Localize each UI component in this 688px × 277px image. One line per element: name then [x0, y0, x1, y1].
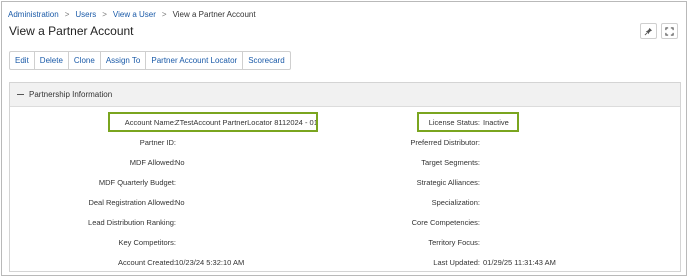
pin-button[interactable] [640, 23, 657, 39]
partnership-information-section: Partnership Information Account Name: ZT… [9, 82, 681, 272]
field-label: Account Name: [124, 118, 176, 127]
field-row: Account Name: ZTestAccount PartnerLocato… [10, 118, 680, 130]
field-label: Territory Focus: [428, 238, 480, 247]
section-title: Partnership Information [29, 90, 113, 99]
field-value: No [175, 158, 185, 167]
breadcrumb-view-a-user[interactable]: View a User [113, 10, 156, 19]
scorecard-button[interactable]: Scorecard [243, 52, 289, 69]
field-label: Account Created: [118, 258, 176, 267]
delete-button[interactable]: Delete [35, 52, 69, 69]
field-row: MDF Quarterly Budget: Strategic Alliance… [10, 178, 680, 190]
field-label: Specialization: [431, 198, 480, 207]
page-title: View a Partner Account [9, 24, 134, 38]
field-row: Partner ID: Preferred Distributor: [10, 138, 680, 150]
collapse-icon [17, 94, 24, 95]
header-actions [640, 23, 678, 39]
breadcrumb-chevron-icon: > [64, 9, 70, 19]
breadcrumb-chevron-icon: > [161, 9, 167, 19]
breadcrumb: Administration > Users > View a User > V… [8, 8, 256, 20]
field-row: MDF Allowed: No Target Segments: [10, 158, 680, 170]
field-label: MDF Allowed: [129, 158, 176, 167]
field-value: 01/29/25 11:31:43 AM [483, 258, 556, 267]
field-row: Account Created: 10/23/24 5:32:10 AM Las… [10, 258, 680, 270]
field-value: Inactive [483, 118, 509, 127]
expand-icon [665, 26, 674, 36]
field-label: Target Segments: [421, 158, 480, 167]
partner-account-locator-button[interactable]: Partner Account Locator [146, 52, 244, 69]
field-label: Last Updated: [433, 258, 480, 267]
field-label: License Status: [428, 118, 480, 127]
field-value: No [175, 198, 185, 207]
breadcrumb-current: View a Partner Account [172, 9, 256, 19]
breadcrumb-chevron-icon: > [102, 9, 107, 19]
clone-button[interactable]: Clone [69, 52, 101, 69]
expand-button[interactable] [661, 23, 678, 39]
field-label: Deal Registration Allowed: [88, 198, 176, 207]
field-row: Lead Distribution Ranking: Core Competen… [10, 218, 680, 230]
field-label: Key Competitors: [118, 238, 176, 247]
field-value: ZTestAccount PartnerLocator 8112024 - 01 [175, 118, 318, 127]
action-toolbar: Edit Delete Clone Assign To Partner Acco… [9, 51, 291, 70]
field-label: Core Competencies: [411, 218, 480, 227]
field-label: Preferred Distributor: [410, 138, 480, 147]
pin-icon [644, 27, 653, 35]
field-label: Partner ID: [139, 138, 176, 147]
field-row: Key Competitors: Territory Focus: [10, 238, 680, 250]
field-label: Strategic Alliances: [416, 178, 480, 187]
field-label: Lead Distribution Ranking: [88, 218, 176, 227]
field-label: MDF Quarterly Budget: [98, 178, 176, 187]
field-row: Deal Registration Allowed: No Specializa… [10, 198, 680, 210]
section-header[interactable]: Partnership Information [10, 83, 680, 107]
assign-to-button[interactable]: Assign To [101, 52, 147, 69]
field-value: 10/23/24 5:32:10 AM [175, 258, 245, 267]
breadcrumb-users[interactable]: Users [75, 10, 96, 19]
breadcrumb-administration[interactable]: Administration [8, 10, 59, 19]
page-frame: Administration > Users > View a User > V… [1, 1, 687, 276]
edit-button[interactable]: Edit [10, 52, 35, 69]
